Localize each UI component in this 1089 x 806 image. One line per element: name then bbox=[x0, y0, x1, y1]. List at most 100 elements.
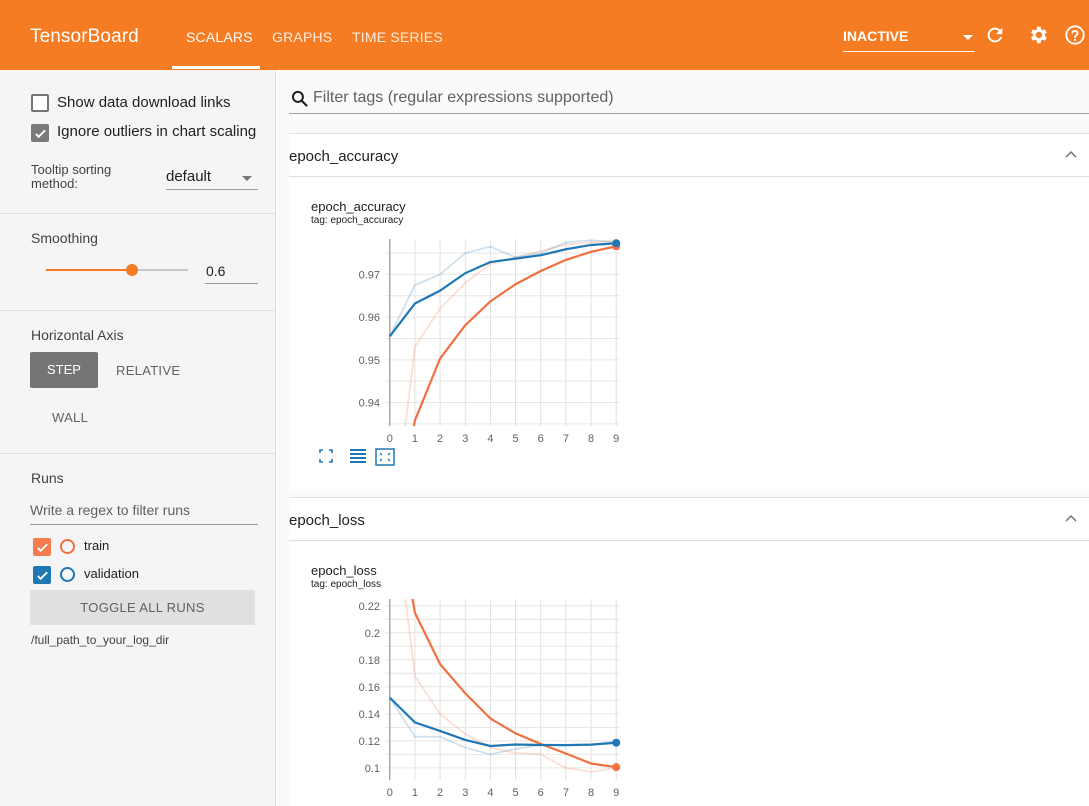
slider-track-fill bbox=[46, 269, 132, 271]
tooltip-sorting-label: Tooltip sorting method: bbox=[31, 162, 112, 191]
slider-thumb[interactable] bbox=[126, 264, 138, 276]
runs-filter-input[interactable]: Write a regex to filter runs bbox=[30, 499, 258, 525]
slider-track bbox=[132, 269, 188, 271]
series-line-train bbox=[411, 599, 617, 769]
expand-icon[interactable] bbox=[319, 448, 333, 464]
y-tick-label: 0.95 bbox=[359, 355, 380, 367]
tooltip-sorting-dropdown[interactable]: default bbox=[166, 168, 258, 190]
smoothing-value-input[interactable]: 0.6 bbox=[205, 258, 258, 284]
horizontal-axis-label: Horizontal Axis bbox=[31, 327, 124, 343]
axis-step-button[interactable]: STEP bbox=[30, 352, 98, 388]
run-train-color-icon[interactable] bbox=[60, 539, 75, 554]
series-end-point-validation bbox=[612, 738, 621, 747]
x-tick-label: 4 bbox=[487, 787, 493, 799]
check-icon bbox=[37, 571, 48, 581]
x-tick-label: 5 bbox=[513, 787, 519, 799]
chevron-down-icon bbox=[242, 176, 252, 181]
check-icon bbox=[35, 129, 46, 139]
x-tick-label: 7 bbox=[563, 433, 569, 445]
x-tick-label: 9 bbox=[613, 787, 619, 799]
x-tick-label: 2 bbox=[437, 787, 443, 799]
y-tick-label: 0.1 bbox=[365, 763, 380, 775]
x-tick-label: 1 bbox=[412, 787, 418, 799]
x-tick-label: 4 bbox=[487, 433, 493, 445]
series-raw-train bbox=[404, 239, 617, 426]
tab-graphs[interactable]: GRAPHS bbox=[272, 29, 332, 45]
chevron-up-icon[interactable] bbox=[1065, 150, 1077, 158]
show-download-links-checkbox[interactable] bbox=[31, 94, 49, 112]
y-tick-label: 0.12 bbox=[359, 736, 380, 748]
chart-title: epoch_accuracy bbox=[311, 199, 406, 214]
tab-scalars[interactable]: SCALARS bbox=[186, 29, 253, 45]
refresh-icon[interactable] bbox=[984, 24, 1006, 46]
run-train-label: train bbox=[84, 538, 110, 553]
y-tick-label: 0.2 bbox=[365, 628, 380, 640]
chart-title: epoch_loss bbox=[311, 563, 377, 578]
divider bbox=[0, 453, 276, 454]
series-end-point-validation bbox=[612, 239, 621, 248]
active-tab-indicator bbox=[172, 66, 260, 69]
divider bbox=[0, 213, 276, 214]
card-header-epoch-accuracy[interactable]: epoch_accuracy bbox=[289, 133, 1089, 177]
y-tick-label: 0.18 bbox=[359, 655, 380, 667]
axis-relative-button[interactable]: RELATIVE bbox=[116, 363, 180, 378]
run-train-checkbox[interactable] bbox=[33, 538, 51, 556]
smoothing-label: Smoothing bbox=[31, 230, 98, 246]
run-validation-checkbox[interactable] bbox=[33, 566, 51, 584]
x-tick-label: 6 bbox=[538, 433, 544, 445]
accuracy-chart[interactable]: 0 1 2 3 4 5 6 7 8 9 0.94 0.95 0.96 0.97 bbox=[289, 233, 709, 448]
chart-tag: tag: epoch_accuracy bbox=[311, 215, 404, 226]
ignore-outliers-checkbox[interactable] bbox=[31, 124, 49, 142]
loss-chart[interactable]: 0 1 2 3 4 5 6 7 8 9 0.1 0.12 0.14 0.16 0.18 0.2 0.22 bbox=[289, 597, 709, 806]
run-select-dropdown[interactable]: INACTIVE bbox=[843, 28, 975, 52]
search-icon bbox=[291, 90, 308, 107]
x-tick-label: 3 bbox=[462, 433, 468, 445]
card-body-epoch-accuracy: epoch_accuracy tag: epoch_accuracy 0 1 2 3 4… bbox=[289, 178, 1089, 491]
y-tick-label: 0.16 bbox=[359, 682, 380, 694]
series-line-validation bbox=[388, 242, 617, 338]
log-dir-path: /full_path_to_your_log_dir bbox=[31, 633, 170, 647]
run-select-value: INACTIVE bbox=[843, 28, 909, 44]
y-tick-label: 0.22 bbox=[359, 601, 380, 613]
toggle-all-runs-button[interactable]: TOGGLE ALL RUNS bbox=[30, 590, 255, 625]
x-tick-label: 3 bbox=[462, 787, 468, 799]
x-tick-label: 2 bbox=[437, 433, 443, 445]
divider bbox=[0, 310, 276, 311]
x-tick-label: 9 bbox=[613, 433, 619, 445]
fit-domain-icon[interactable] bbox=[375, 448, 395, 466]
x-tick-label: 6 bbox=[538, 787, 544, 799]
card-body-epoch-loss: epoch_loss tag: epoch_loss 0 1 2 3 4 5 6 7 8 9 0.1… bbox=[289, 542, 1089, 806]
x-tick-label: 0 bbox=[387, 433, 393, 445]
y-tick-label: 0.96 bbox=[359, 312, 380, 324]
card-header-epoch-loss[interactable]: epoch_loss bbox=[289, 497, 1089, 541]
run-validation-color-icon[interactable] bbox=[60, 567, 75, 582]
top-app-bar: TensorBoard SCALARS GRAPHS TIME SERIES I… bbox=[0, 0, 1089, 70]
run-validation-label: validation bbox=[84, 566, 139, 581]
x-tick-label: 1 bbox=[412, 433, 418, 445]
sidebar: Show data download links Ignore outliers… bbox=[0, 70, 276, 806]
series-line-validation bbox=[389, 696, 617, 748]
filter-tags-input[interactable]: Filter tags (regular expressions support… bbox=[289, 86, 1089, 114]
data-table-icon[interactable] bbox=[349, 448, 367, 464]
settings-gear-icon[interactable] bbox=[1027, 24, 1049, 46]
y-tick-label: 0.14 bbox=[359, 709, 380, 721]
x-tick-label: 5 bbox=[513, 433, 519, 445]
app-title[interactable]: TensorBoard bbox=[30, 26, 139, 48]
runs-label: Runs bbox=[31, 470, 64, 486]
check-icon bbox=[37, 543, 48, 553]
x-tick-label: 7 bbox=[563, 787, 569, 799]
ignore-outliers-label[interactable]: Ignore outliers in chart scaling bbox=[57, 123, 256, 140]
chevron-up-icon[interactable] bbox=[1065, 514, 1077, 522]
tab-time-series[interactable]: TIME SERIES bbox=[352, 29, 443, 45]
x-tick-label: 8 bbox=[588, 433, 594, 445]
series-end-point-train bbox=[612, 763, 621, 772]
y-tick-label: 0.97 bbox=[359, 269, 380, 281]
plot-area bbox=[388, 239, 617, 426]
filter-tags-placeholder: Filter tags (regular expressions support… bbox=[313, 89, 614, 106]
x-tick-label: 8 bbox=[588, 787, 594, 799]
axis-wall-button[interactable]: WALL bbox=[52, 410, 88, 425]
help-icon[interactable] bbox=[1064, 24, 1086, 46]
card-title: epoch_accuracy bbox=[289, 148, 399, 165]
show-download-links-label[interactable]: Show data download links bbox=[57, 94, 230, 111]
x-tick-label: 0 bbox=[387, 787, 393, 799]
